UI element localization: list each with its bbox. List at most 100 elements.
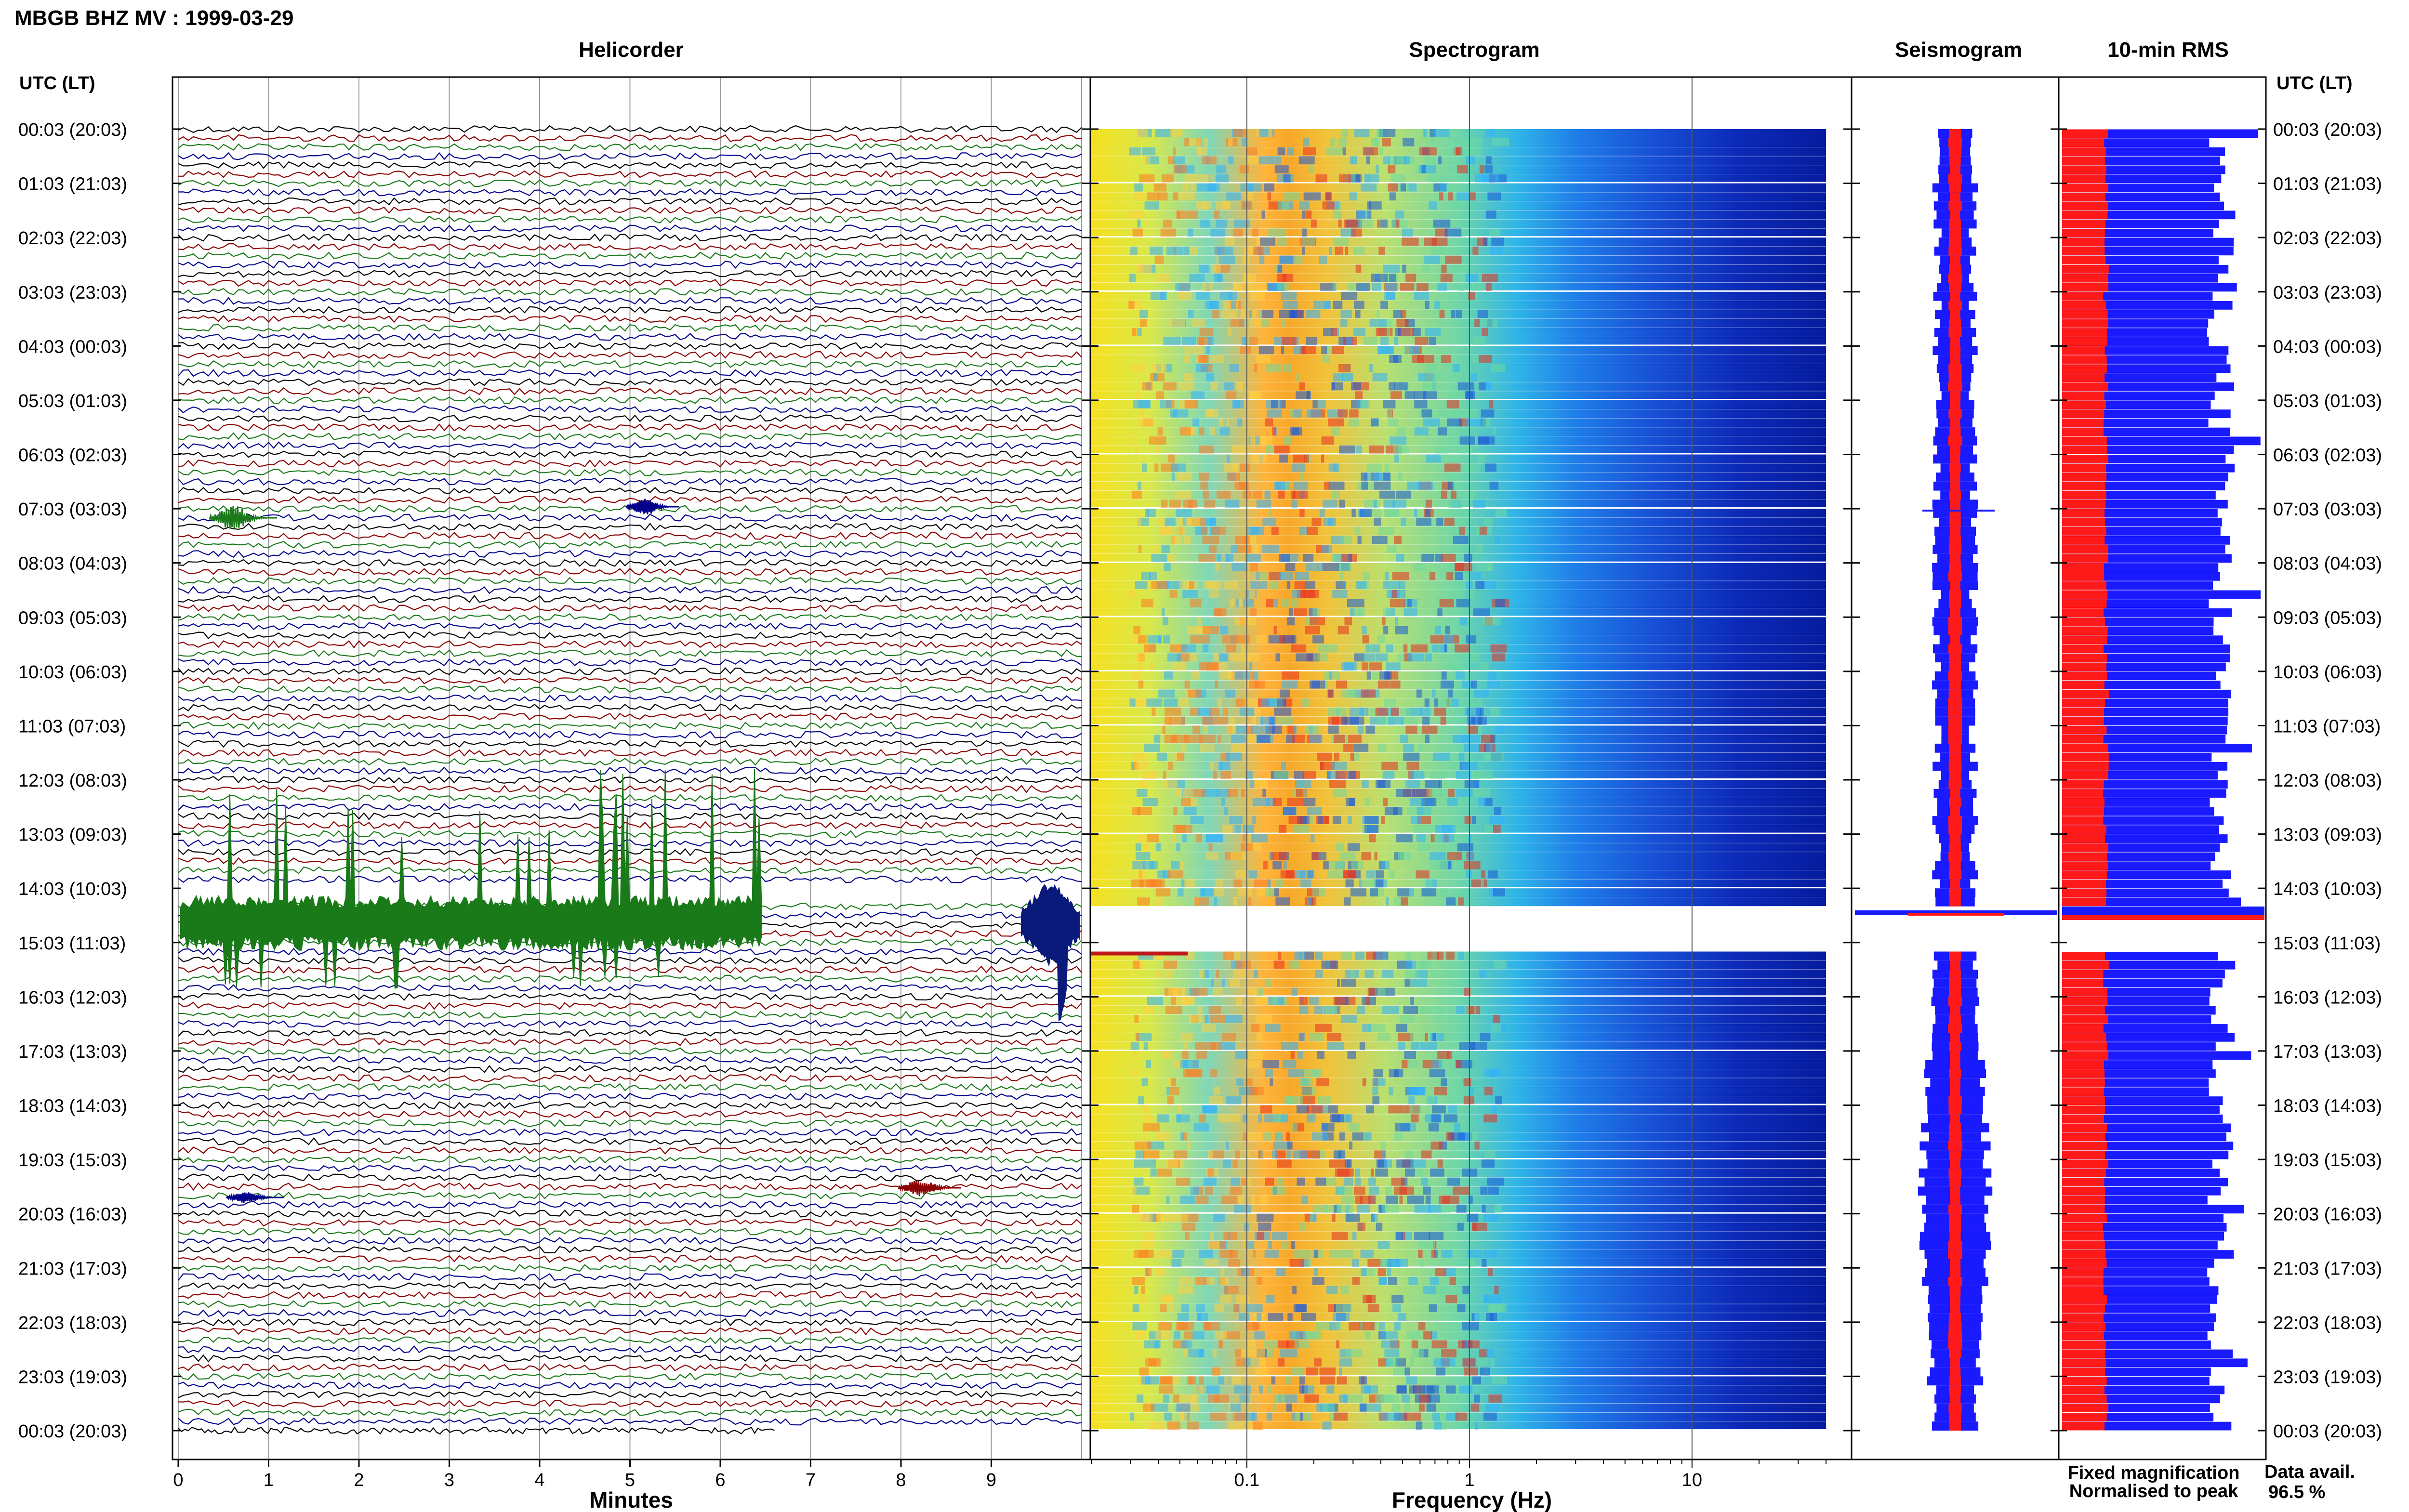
spectrogram-speckle [1290,427,1302,436]
spectrogram-speckle [1368,1177,1376,1186]
spectrogram-speckle [1364,825,1379,833]
seismogram-normalised [1950,879,1960,889]
spectrogram-row [1091,1141,1826,1150]
spectrogram-speckle [1410,997,1414,1005]
spectrogram-speckle [1333,789,1347,797]
seismogram-spike [1922,510,1995,512]
spectrogram-speckle [1258,572,1268,580]
spectrogram-speckle [1227,725,1236,734]
spectrogram-speckle [1200,481,1208,490]
spectrogram-speckle [1172,536,1181,544]
rms-normalised-bar [2062,879,2106,888]
spectrogram-speckle [1343,870,1356,879]
spectrogram-speckle [1205,409,1218,418]
spectrogram-speckle [1142,798,1158,806]
spectrogram-speckle [1266,1295,1275,1303]
spectrogram-row [1091,1033,1826,1042]
spectrogram-speckle [1408,653,1424,662]
spectrogram-speckle [1411,1340,1418,1349]
spectrogram-speckle [1390,599,1405,607]
time-label-left: 00:03 (20:03) [18,120,127,140]
spectrogram-speckle [1226,1141,1229,1150]
spectrogram-speckle [1486,418,1491,427]
spectrogram-speckle [1363,879,1377,888]
rms-normalised-bar [2062,1150,2105,1159]
spectrogram-speckle [1273,626,1277,634]
spectrogram-speckle [1131,490,1142,499]
spectrogram-speckle [1271,1232,1288,1240]
spectrogram-speckle [1187,517,1200,526]
rms-normalised-bar [2062,590,2108,599]
spectrogram-speckle [1391,219,1396,228]
spectrogram-speckle [1155,970,1162,978]
spectrogram-speckle [1288,608,1293,617]
spectrogram-speckle [1389,274,1396,282]
spectrogram-speckle [1439,599,1454,607]
spectrogram-speckle [1406,1331,1421,1340]
spectrogram-speckle [1473,337,1485,345]
spectrogram-speckle [1425,1196,1431,1204]
seismogram-normalised [1948,1024,1962,1033]
spectrogram-speckle [1456,671,1465,680]
spectrogram-speckle [1383,581,1400,590]
spectrogram-speckle [1306,337,1318,345]
spectrogram-speckle [1317,563,1324,571]
spectrogram-speckle [1490,246,1503,255]
seismogram-normalised [1948,409,1962,419]
spectrogram-speckle [1449,1277,1456,1285]
spectrogram-speckle [1208,337,1214,345]
spectrogram-speckle [1401,517,1406,526]
spectrogram-speckle [1405,725,1417,734]
spectrogram-speckle [1169,500,1181,508]
spectrogram-speckle [1300,473,1304,481]
spectrogram-speckle [1367,707,1377,716]
minute-tick-label: 3 [444,1470,454,1490]
spectrogram-speckle [1321,436,1334,445]
spectrogram-speckle [1135,581,1148,590]
rms-normalised-bar [2062,970,2104,979]
spectrogram-speckle [1302,210,1306,219]
spectrogram-speckle [1310,617,1325,626]
spectrogram-speckle [1196,1051,1207,1059]
spectrogram-speckle [1434,707,1446,716]
spectrogram-speckle [1326,147,1343,156]
spectrogram-speckle [1348,816,1352,824]
spectrogram-speckle [1134,1141,1152,1150]
helicorder-trace [178,1426,775,1435]
spectrogram-speckle [1280,1349,1297,1357]
spectrogram-row [1091,762,1826,771]
spectrogram-speckle [1184,536,1191,544]
spectrogram-speckle [1361,481,1368,490]
spectrogram-speckle [1489,481,1499,490]
spectrogram-speckle [1289,1331,1306,1340]
spectrogram-speckle [1333,210,1342,219]
rms-normalised-bar [2062,1087,2104,1096]
spectrogram-speckle [1271,1186,1285,1195]
spectrogram-speckle [1345,879,1354,888]
spectrogram-speckle [1190,816,1204,824]
spectrogram-speckle [1307,1114,1316,1123]
spectrogram-speckle [1403,1006,1418,1014]
spectrogram-speckle [1478,1358,1495,1367]
spectrogram-speckle [1203,1105,1218,1114]
rms-normalised-bar [2062,1413,2107,1421]
spectrogram-speckle [1470,572,1482,580]
spectrogram-speckle [1361,852,1371,860]
rms-normalised-bar [2062,373,2105,382]
spectrogram-speckle [1340,572,1344,580]
spectrogram-speckle [1365,644,1380,653]
spectrogram-speckle [1430,635,1445,644]
spectrogram-speckle [1388,165,1396,173]
spectrogram-speckle [1158,192,1168,201]
spectrogram-speckle [1451,264,1467,273]
spectrogram-speckle [1333,373,1338,381]
spectrogram-speckle [1293,346,1303,355]
spectrogram-speckle [1345,1114,1352,1123]
spectrogram-speckle [1253,1249,1256,1258]
spectrogram-speckle [1418,743,1424,752]
spectrogram-speckle [1363,572,1370,580]
spectrogram-speckle [1143,1006,1154,1014]
spectrogram-speckle [1271,1376,1276,1385]
spectrogram-speckle [1393,1132,1403,1141]
time-label-right: 18:03 (14:03) [2273,1096,2382,1117]
